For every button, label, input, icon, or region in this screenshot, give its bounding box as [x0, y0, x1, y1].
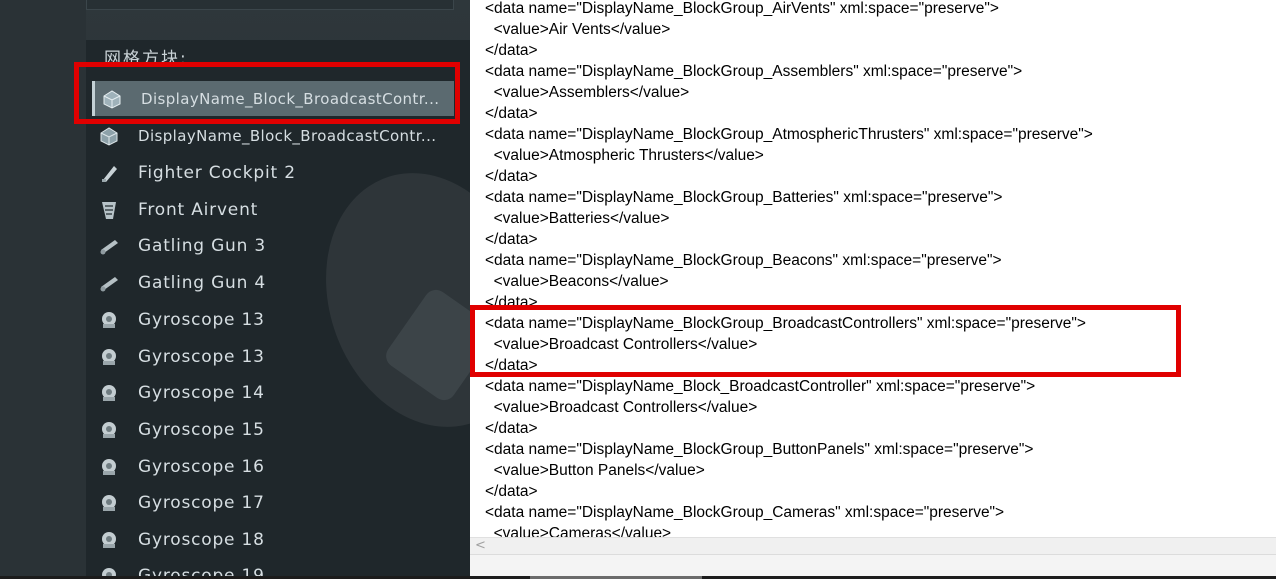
- editor-line[interactable]: </data>: [485, 355, 538, 376]
- list-item-broadcast-controller-1[interactable]: DisplayName_Block_BroadcastContr...: [92, 81, 454, 116]
- broadcast-controller-icon: [98, 125, 120, 147]
- scroll-left-icon[interactable]: <: [475, 538, 486, 553]
- editor-line[interactable]: </data>: [485, 229, 538, 250]
- editor-line[interactable]: <data name="DisplayName_BlockGroup_Butto…: [485, 439, 1033, 460]
- list-item-gyroscope-16[interactable]: Gyroscope 16: [92, 449, 454, 484]
- editor-line[interactable]: <data name="DisplayName_Block_BroadcastC…: [485, 376, 1035, 397]
- list-item-label: Gyroscope 17: [138, 492, 265, 513]
- editor-line[interactable]: <value>Button Panels</value>: [485, 460, 705, 481]
- game-ui-panel: 网格方块: DisplayName_Block_BroadcastContr..…: [0, 0, 470, 579]
- editor-line[interactable]: </data>: [485, 103, 538, 124]
- list-item-gyroscope-14[interactable]: Gyroscope 14: [92, 375, 454, 410]
- gyroscope-icon: [98, 529, 120, 551]
- editor-line[interactable]: <data name="DisplayName_BlockGroup_Camer…: [485, 502, 1004, 523]
- list-item-label: Fighter Cockpit 2: [138, 162, 296, 183]
- gyroscope-icon: [98, 382, 120, 404]
- editor-line[interactable]: </data>: [485, 292, 538, 313]
- horizontal-scrollbar[interactable]: <: [470, 537, 1276, 554]
- list-item-gyroscope-13a[interactable]: Gyroscope 13: [92, 302, 454, 337]
- panel-edge: [0, 0, 86, 579]
- list-item-label: Gatling Gun 4: [138, 272, 267, 293]
- editor-line[interactable]: <value>Air Vents</value>: [485, 19, 671, 40]
- list-item-label: Front Airvent: [138, 199, 259, 220]
- gyroscope-icon: [98, 492, 120, 514]
- gyroscope-icon: [98, 456, 120, 478]
- editor-line[interactable]: <value>Assemblers</value>: [485, 82, 690, 103]
- list-item-label: Gyroscope 15: [138, 419, 265, 440]
- list-item-gyroscope-18[interactable]: Gyroscope 18: [92, 522, 454, 557]
- editor-line[interactable]: <data name="DisplayName_BlockGroup_AirVe…: [485, 0, 999, 19]
- list-item-label: Gyroscope 14: [138, 382, 265, 403]
- editor-line[interactable]: <value>Broadcast Controllers</value>: [485, 334, 758, 355]
- grid-blocks-header: 网格方块:: [104, 49, 188, 69]
- list-item-label: Gyroscope 18: [138, 529, 265, 550]
- editor-line[interactable]: </data>: [485, 418, 538, 439]
- editor-line[interactable]: <value>Atmospheric Thrusters</value>: [485, 145, 764, 166]
- editor-line[interactable]: </data>: [485, 166, 538, 187]
- editor-line[interactable]: <data name="DisplayName_BlockGroup_Batte…: [485, 187, 1002, 208]
- editor-line[interactable]: <value>Beacons</value>: [485, 271, 669, 292]
- list-item-label: Gatling Gun 3: [138, 235, 267, 256]
- gatling-gun-icon: [98, 272, 120, 294]
- airvent-icon: [98, 199, 120, 221]
- list-item-gyroscope-13b[interactable]: Gyroscope 13: [92, 339, 454, 374]
- list-item-gatling-gun-3[interactable]: Gatling Gun 3: [92, 228, 454, 263]
- list-item-label: DisplayName_Block_BroadcastContr...: [138, 126, 437, 145]
- list-item-label: Gyroscope 13: [138, 309, 265, 330]
- editor-line[interactable]: </data>: [485, 481, 538, 502]
- broadcast-controller-icon: [101, 88, 123, 110]
- list-item-gatling-gun-4[interactable]: Gatling Gun 4: [92, 265, 454, 300]
- list-item-front-airvent[interactable]: Front Airvent: [92, 192, 454, 227]
- editor-line[interactable]: <data name="DisplayName_BlockGroup_Beaco…: [485, 250, 1002, 271]
- list-item-broadcast-controller-2[interactable]: DisplayName_Block_BroadcastContr...: [92, 118, 454, 153]
- cockpit-icon: [98, 162, 120, 184]
- list-item-label: Gyroscope 13: [138, 346, 265, 367]
- list-item-label: Gyroscope 16: [138, 456, 265, 477]
- xml-editor[interactable]: <data name="DisplayName_BlockGroup_AirVe…: [470, 0, 1276, 579]
- list-item-gyroscope-17[interactable]: Gyroscope 17: [92, 485, 454, 520]
- list-item-fighter-cockpit[interactable]: Fighter Cockpit 2: [92, 155, 454, 190]
- gatling-gun-icon: [98, 235, 120, 257]
- gyroscope-icon: [98, 346, 120, 368]
- editor-line[interactable]: <value>Batteries</value>: [485, 208, 670, 229]
- gyroscope-icon: [98, 309, 120, 331]
- top-frame: [86, 0, 454, 10]
- editor-line[interactable]: <value>Broadcast Controllers</value>: [485, 397, 758, 418]
- editor-line[interactable]: <data name="DisplayName_BlockGroup_Atmos…: [485, 124, 1093, 145]
- editor-line[interactable]: <data name="DisplayName_BlockGroup_Broad…: [485, 313, 1086, 334]
- editor-line[interactable]: </data>: [485, 40, 538, 61]
- gyroscope-icon: [98, 419, 120, 441]
- list-item-label: DisplayName_Block_BroadcastContr...: [141, 89, 440, 108]
- editor-line[interactable]: <data name="DisplayName_BlockGroup_Assem…: [485, 61, 1022, 82]
- list-item-gyroscope-15[interactable]: Gyroscope 15: [92, 412, 454, 447]
